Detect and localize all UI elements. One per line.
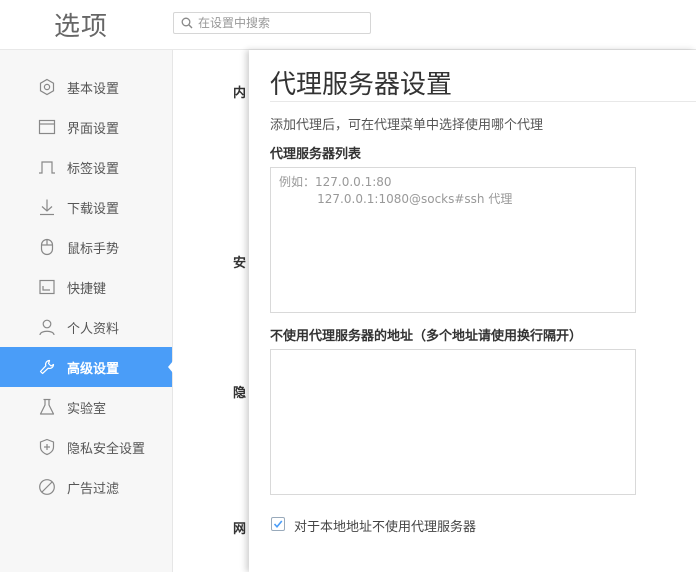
sidebar-item-label: 个人资料: [67, 322, 120, 337]
section-heading: 安: [233, 256, 247, 271]
sidebar-item-tabs[interactable]: 标签设置: [0, 147, 172, 187]
sidebar-item-label: 隐私安全设置: [67, 442, 146, 457]
checkmark-icon: [273, 520, 283, 529]
bypass-list-label: 不使用代理服务器的地址（多个地址请使用换行隔开）: [270, 329, 583, 344]
block-icon: [39, 479, 55, 495]
mouse-icon: [40, 238, 54, 256]
proxy-settings-panel: 代理服务器设置 添加代理后，可在代理菜单中选择使用哪个代理 代理服务器列表 例如…: [249, 50, 696, 572]
bypass-local-checkbox[interactable]: [271, 517, 285, 531]
shield-icon: [39, 438, 55, 456]
bypass-local-label[interactable]: 对于本地地址不使用代理服务器: [294, 516, 476, 535]
sidebar-item-label: 快捷键: [67, 282, 107, 297]
sidebar-item-shortcuts[interactable]: 快捷键: [0, 267, 172, 307]
panel-title: 代理服务器设置: [270, 70, 453, 100]
proxy-list-label: 代理服务器列表: [270, 147, 362, 162]
sidebar-item-privacy-security[interactable]: 隐私安全设置: [0, 427, 172, 467]
shortcut-icon: [39, 279, 55, 295]
sidebar-item-label: 界面设置: [67, 122, 120, 137]
section-heading: 网: [233, 522, 247, 537]
sidebar-item-label: 高级设置: [67, 362, 120, 377]
sidebar-item-basic[interactable]: 基本设置: [0, 67, 172, 107]
search-icon: [181, 17, 193, 29]
sidebar-item-mouse-gesture[interactable]: 鼠标手势: [0, 227, 172, 267]
section-heading: 内: [233, 86, 247, 101]
sidebar-item-label: 广告过滤: [67, 482, 120, 497]
sidebar: 基本设置 界面设置 标签设置 下载设置 鼠标手势 快捷键 个人资料 高级设置 实…: [0, 50, 173, 572]
title-divider: [270, 101, 696, 102]
sidebar-item-advanced[interactable]: 高级设置: [0, 347, 173, 387]
sidebar-item-label: 鼠标手势: [67, 242, 120, 257]
window-icon: [38, 119, 56, 135]
sidebar-item-download[interactable]: 下载设置: [0, 187, 172, 227]
top-bar: 选项: [0, 0, 696, 50]
sidebar-item-interface[interactable]: 界面设置: [0, 107, 172, 147]
app-title: 选项: [54, 12, 109, 42]
flask-icon: [39, 398, 55, 415]
sidebar-item-label: 下载设置: [67, 202, 120, 217]
download-icon: [40, 199, 54, 216]
tab-icon: [39, 161, 55, 174]
user-icon: [39, 319, 55, 336]
search-input[interactable]: [198, 14, 363, 32]
wrench-icon: [39, 359, 55, 375]
proxy-list-textarea[interactable]: 例如：127.0.0.1:80 127.0.0.1:1080@socks#ssh…: [270, 167, 636, 313]
bypass-list-textarea[interactable]: [270, 349, 636, 495]
sidebar-item-lab[interactable]: 实验室: [0, 387, 172, 427]
proxy-list-placeholder: 例如：127.0.0.1:80 127.0.0.1:1080@socks#ssh…: [279, 175, 513, 206]
search-box[interactable]: [173, 12, 371, 34]
sidebar-item-label: 标签设置: [67, 162, 120, 177]
gear-icon: [39, 78, 55, 96]
section-heading: 隐: [233, 386, 247, 401]
sidebar-item-label: 实验室: [67, 402, 107, 417]
panel-description: 添加代理后，可在代理菜单中选择使用哪个代理: [270, 118, 544, 133]
sidebar-item-profile[interactable]: 个人资料: [0, 307, 172, 347]
sidebar-item-label: 基本设置: [67, 82, 120, 97]
sidebar-item-ad-filter[interactable]: 广告过滤: [0, 467, 172, 507]
